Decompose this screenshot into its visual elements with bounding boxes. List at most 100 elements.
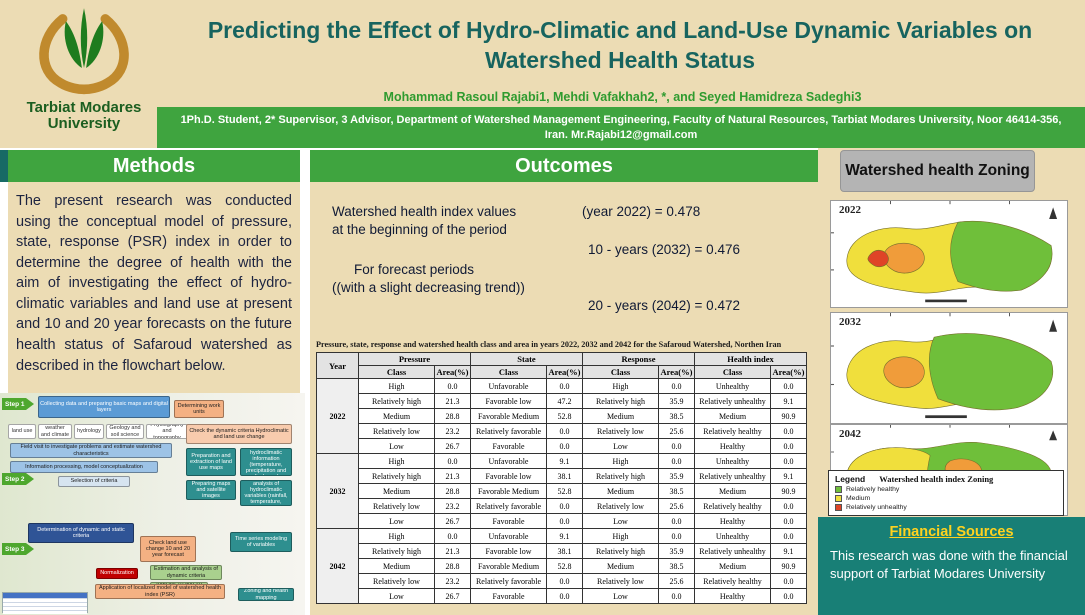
area-cell: 35.9 (659, 394, 695, 409)
title-line2: Watershed Health Status (160, 46, 1080, 76)
area-cell: 0.0 (547, 499, 583, 514)
class-cell: Relatively low (583, 574, 659, 589)
university-emblem-icon (28, 4, 140, 100)
legend-item: Medium (835, 495, 1057, 502)
area-cell: 23.2 (435, 499, 471, 514)
area-cell: 0.0 (771, 514, 807, 529)
class-cell: Favorable (471, 439, 547, 454)
area-cell: 0.0 (771, 439, 807, 454)
area-cell: 0.0 (659, 514, 695, 529)
class-cell: Relatively favorable (471, 574, 547, 589)
class-cell: Low (583, 514, 659, 529)
map-year-label: 2042 (839, 428, 861, 440)
class-cell: Favorable low (471, 469, 547, 484)
legend-label: Legend (835, 474, 865, 484)
university-name-line2: University (27, 116, 142, 132)
legend-items: Relatively healthy Medium Relatively unhea… (835, 486, 1057, 511)
year-cell: 2032 (317, 454, 359, 529)
outcomes-value-2032: 10 - years (2032) = 0.476 (588, 242, 740, 257)
area-cell: 35.9 (659, 544, 695, 559)
outcomes-line4: ((with a slight decreasing trend)) (332, 280, 525, 295)
outcomes-line3: For forecast periods (354, 262, 474, 277)
class-cell: Medium (695, 484, 771, 499)
table-subheader: Area(%) (659, 366, 695, 379)
class-cell: Unhealthy (695, 529, 771, 544)
area-cell: 0.0 (771, 379, 807, 394)
map-year-label: 2022 (839, 204, 861, 216)
area-cell: 38.5 (659, 484, 695, 499)
psr-table-headrow2: ClassArea(%)ClassArea(%)ClassArea(%)Clas… (317, 366, 807, 379)
flowchart-box: Check land use change 10 and 20 year for… (140, 536, 196, 562)
area-cell: 9.1 (771, 394, 807, 409)
area-cell: 52.8 (547, 484, 583, 499)
legend-swatch-icon (835, 504, 842, 511)
area-cell: 9.1 (547, 529, 583, 544)
table-header: Pressure (359, 353, 471, 366)
class-cell: Favorable low (471, 544, 547, 559)
area-cell: 38.5 (659, 409, 695, 424)
table-row: Low26.7Favorable0.0Low0.0Healthy0.0 (317, 439, 807, 454)
table-row: Medium28.8Favorable Medium52.8Medium38.5… (317, 409, 807, 424)
flowchart-box: Physiography and topography (146, 424, 188, 439)
map-image-icon (831, 313, 1067, 423)
table-caption: Pressure, state, response and watershed … (316, 340, 816, 349)
class-cell: Relatively unhealthy (695, 469, 771, 484)
flowchart-step-label: Step 3 (2, 543, 34, 555)
area-cell: 26.7 (435, 514, 471, 529)
area-cell: 0.0 (771, 529, 807, 544)
flowchart-box: Collection of hydroclimatic information … (240, 448, 292, 476)
area-cell: 26.7 (435, 439, 471, 454)
title-line1: Predicting the Effect of Hydro-Climatic … (160, 16, 1080, 46)
area-cell: 38.5 (659, 559, 695, 574)
class-cell: Relatively high (583, 544, 659, 559)
class-cell: Relatively low (359, 499, 435, 514)
class-cell: Relatively unhealthy (695, 544, 771, 559)
flowchart-box: weather and climate (38, 424, 72, 439)
area-cell: 52.8 (547, 559, 583, 574)
legend-item: Relatively healthy (835, 486, 1057, 493)
methods-panel: The present research was conducted using… (8, 182, 300, 393)
table-row: Relatively low23.2Relatively favorable0.… (317, 499, 807, 514)
area-cell: 28.8 (435, 559, 471, 574)
poster-title: Predicting the Effect of Hydro-Climatic … (160, 16, 1080, 76)
zoning-heading-text: Watershed health Zoning (845, 162, 1030, 181)
legend-item-label: Relatively unhealthy (846, 504, 907, 511)
flowchart-box: Geology and soil science (106, 424, 144, 439)
table-subheader: Area(%) (435, 366, 471, 379)
table-header: Year (317, 353, 359, 379)
poster: Tarbiat Modares University Predicting th… (0, 0, 1085, 615)
class-cell: Unhealthy (695, 454, 771, 469)
mini-table-image (2, 592, 88, 613)
area-cell: 25.6 (659, 424, 695, 439)
table-subheader: Area(%) (547, 366, 583, 379)
map-image-icon (831, 201, 1067, 307)
table-header: Health index (695, 353, 807, 366)
financial-sources-box: Financial Sources This research was done… (818, 517, 1085, 615)
area-cell: 0.0 (659, 529, 695, 544)
flowchart-step-label: Step 1 (2, 398, 34, 410)
year-cell: 2042 (317, 529, 359, 604)
area-cell: 9.1 (547, 454, 583, 469)
table-row: 2042High0.0Unfavorable9.1High0.0Unhealth… (317, 529, 807, 544)
class-cell: Unhealthy (695, 379, 771, 394)
area-cell: 38.1 (547, 469, 583, 484)
flowchart-box: Determining work units (174, 400, 224, 418)
zoning-heading: Watershed health Zoning (840, 150, 1035, 192)
area-cell: 0.0 (547, 379, 583, 394)
area-cell: 90.9 (771, 484, 807, 499)
outcomes-line2: at the beginning of the period (332, 222, 507, 237)
legend-title: Watershed health index Zoning (879, 474, 993, 484)
class-cell: Relatively unhealthy (695, 394, 771, 409)
table-row: 2032High0.0Unfavorable9.1High0.0Unhealth… (317, 454, 807, 469)
university-logo: Tarbiat Modares University (10, 4, 158, 146)
class-cell: Healthy (695, 514, 771, 529)
legend-item-label: Relatively healthy (846, 486, 899, 493)
class-cell: Medium (359, 409, 435, 424)
flowchart-box: Check the dynamic criteria Hydroclimatic… (186, 424, 292, 444)
class-cell: Low (583, 439, 659, 454)
outcomes-line1: Watershed health index values (332, 204, 516, 219)
class-cell: Medium (695, 559, 771, 574)
class-cell: Relatively high (583, 469, 659, 484)
class-cell: High (359, 454, 435, 469)
left-accent-strip (0, 150, 8, 182)
